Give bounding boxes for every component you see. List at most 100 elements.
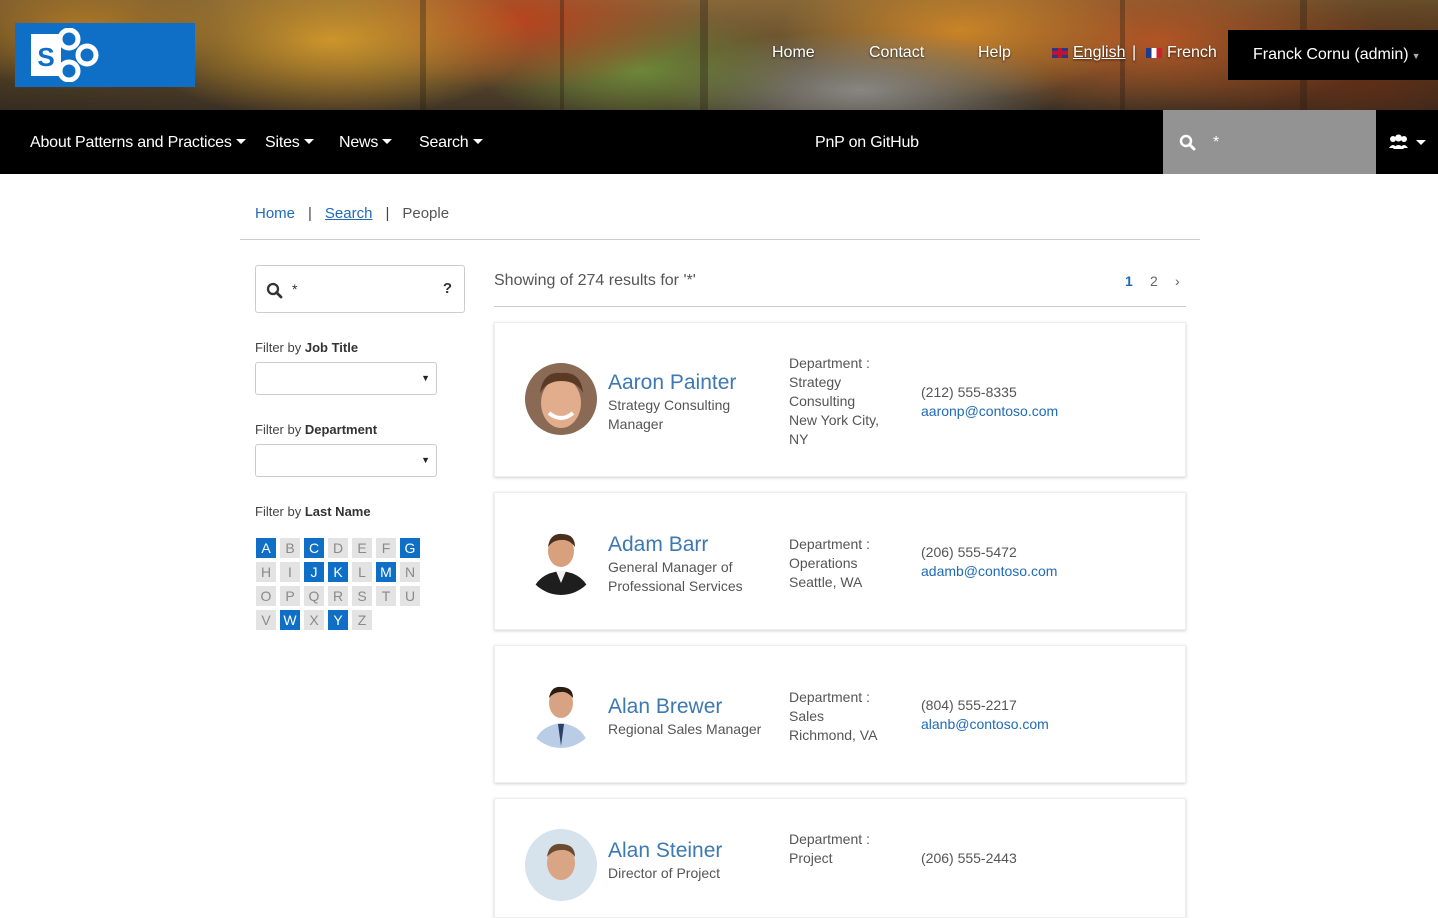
filter-department-label: Filter by Department (255, 422, 378, 437)
top-nav-help[interactable]: Help (978, 44, 1011, 68)
letter-filter-v: V (256, 610, 276, 630)
filter-job-title-label: Filter by Job Title (255, 340, 359, 355)
person-email[interactable]: alanb@contoso.com (921, 716, 1049, 732)
top-nav-contact[interactable]: Contact (869, 44, 924, 68)
language-separator: | (1132, 44, 1137, 61)
person-phone: (804) 555-2217 (921, 697, 1017, 713)
page-1-link[interactable]: 1 (1125, 273, 1133, 289)
global-search-value: * (1213, 134, 1220, 151)
language-french-link[interactable]: French (1146, 44, 1217, 68)
letter-filter-n: N (400, 562, 420, 582)
breadcrumb-current: People (402, 205, 450, 222)
person-phone: (212) 555-8335 (921, 384, 1017, 400)
people-menu-button[interactable] (1388, 134, 1428, 157)
letter-filter-w[interactable]: W (280, 610, 300, 630)
person-phone: (206) 555-5472 (921, 544, 1017, 560)
letter-filter-h: H (256, 562, 276, 582)
person-phone: (206) 555-2443 (921, 850, 1017, 866)
letter-filter-y[interactable]: Y (328, 610, 348, 630)
avatar[interactable] (525, 363, 597, 435)
help-icon[interactable]: ? (443, 280, 452, 297)
person-name[interactable]: Aaron Painter (608, 371, 736, 395)
chevron-down-icon: ▼ (421, 373, 430, 383)
letter-filter-f: F (376, 538, 396, 558)
avatar-photo (525, 523, 597, 595)
chevron-right-icon[interactable]: › (1175, 273, 1180, 289)
avatar[interactable] (525, 829, 597, 901)
chevron-down-icon: ▼ (421, 455, 430, 465)
person-title: General Manager of Professional Services (608, 559, 743, 594)
person-title: Regional Sales Manager (608, 721, 762, 737)
letter-filter-i: I (280, 562, 300, 582)
letter-filter-a[interactable]: A (256, 538, 276, 558)
person-name[interactable]: Alan Brewer (608, 695, 722, 719)
sharepoint-logo[interactable]: S (15, 23, 195, 87)
person-title: Strategy Consulting Manager (608, 397, 731, 432)
letter-filter-u: U (400, 586, 420, 606)
person-email[interactable]: adamb@contoso.com (921, 563, 1057, 579)
breadcrumb-home[interactable]: Home (255, 205, 295, 222)
breadcrumb-separator: | (385, 205, 390, 222)
letter-filter-c[interactable]: C (304, 538, 324, 558)
person-department: Department : Operations Seattle, WA (789, 536, 870, 590)
user-name: Franck Cornu (admin) (1253, 46, 1409, 63)
avatar-photo (525, 363, 597, 435)
department-select[interactable]: ▼ (255, 444, 437, 477)
top-nav-home[interactable]: Home (772, 44, 815, 68)
svg-text:S: S (37, 42, 54, 72)
letter-filter-p: P (280, 586, 300, 606)
people-icon (1389, 134, 1426, 149)
people-search-value: * (292, 281, 298, 297)
avatar[interactable] (525, 523, 597, 595)
avatar-photo (525, 829, 597, 901)
person-card: Alan Brewer Regional Sales Manager Depar… (494, 645, 1186, 783)
person-department: Department : Strategy Consulting New Yor… (789, 355, 879, 447)
banner-texture (560, 0, 564, 110)
letter-filter-x: X (304, 610, 324, 630)
person-email[interactable]: aaronp@contoso.com (921, 403, 1058, 419)
page-2-link[interactable]: 2 (1150, 273, 1158, 289)
people-search-input[interactable]: * ? (255, 265, 465, 313)
letter-filter-b: B (280, 538, 300, 558)
job-title-select[interactable]: ▼ (255, 362, 437, 395)
letter-filter-t: T (376, 586, 396, 606)
person-department: Department : Project (789, 831, 870, 866)
search-icon (266, 282, 283, 299)
breadcrumb-search[interactable]: Search (325, 205, 373, 222)
person-title: Director of Project (608, 865, 721, 881)
caret-down-icon (303, 139, 314, 145)
person-name[interactable]: Alan Steiner (608, 839, 722, 863)
letter-filter-k[interactable]: K (328, 562, 348, 582)
letter-filter-o: O (256, 586, 276, 606)
letter-filter-m[interactable]: M (376, 562, 396, 582)
divider (494, 306, 1186, 307)
nav-news[interactable]: News (339, 134, 393, 152)
letter-filter-j[interactable]: J (304, 562, 324, 582)
avatar[interactable] (525, 676, 597, 748)
caret-down-icon: ▼ (1411, 51, 1421, 61)
filter-last-name-label: Filter by Last Name (255, 504, 371, 519)
letter-filter-d: D (328, 538, 348, 558)
letter-filter-g[interactable]: G (400, 538, 420, 558)
nav-sites[interactable]: Sites (265, 134, 314, 152)
nav-search[interactable]: Search (419, 134, 483, 152)
letter-filter-q: Q (304, 586, 324, 606)
breadcrumb-separator: | (308, 205, 312, 222)
user-menu[interactable]: Franck Cornu (admin) ▼ (1228, 30, 1438, 80)
person-card: Alan Steiner Director of Project Departm… (494, 798, 1186, 918)
uk-flag-icon (1052, 47, 1068, 58)
person-name[interactable]: Adam Barr (608, 533, 708, 557)
banner-texture (700, 0, 708, 110)
nav-github-link[interactable]: PnP on GitHub (815, 134, 919, 152)
person-card: Aaron Painter Strategy Consulting Manage… (494, 322, 1186, 477)
caret-down-icon (382, 139, 393, 145)
sharepoint-logo-icon: S (31, 28, 99, 82)
language-english-link[interactable]: English (1052, 44, 1125, 68)
person-department: Department : Sales Richmond, VA (789, 689, 878, 743)
breadcrumb: Home | Search | People (255, 205, 449, 222)
header-banner: S Home Contact Help English | French Fra… (0, 0, 1438, 110)
nav-about[interactable]: About Patterns and Practices (30, 134, 246, 152)
global-search-input[interactable]: * (1163, 110, 1376, 174)
letter-filter-l: L (352, 562, 372, 582)
caret-down-icon (472, 139, 483, 145)
